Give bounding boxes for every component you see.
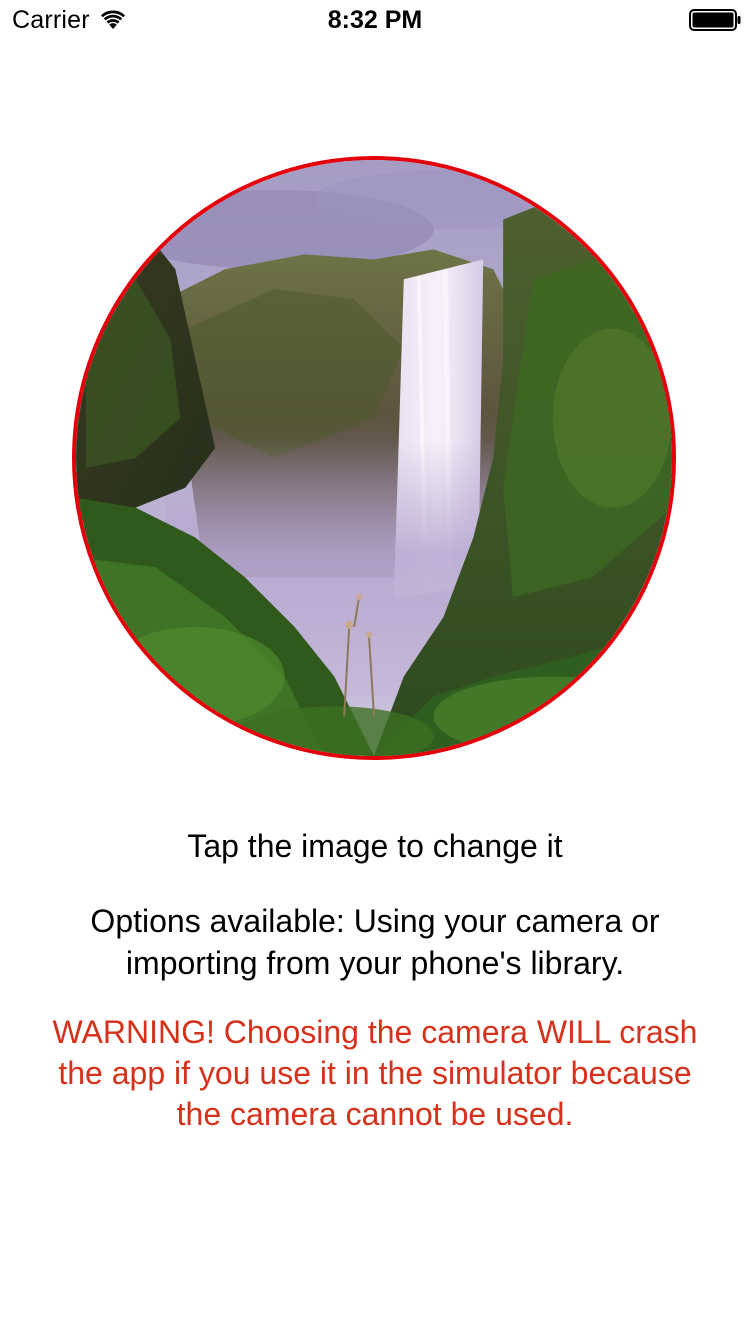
warning-line: the camera cannot be used. xyxy=(176,1096,574,1132)
warning-text: WARNING! Choosing the camera WILL crash … xyxy=(20,1012,730,1135)
profile-image-button[interactable] xyxy=(72,156,676,760)
status-bar: Carrier 8:32 PM xyxy=(0,0,750,40)
warning-line: the app if you use it in the simulator b… xyxy=(58,1055,692,1091)
clock-time: 8:32 PM xyxy=(327,6,423,34)
options-line: Options available: Using your camera or xyxy=(90,903,660,939)
warning-line: WARNING! Choosing the camera WILL crash xyxy=(52,1014,698,1050)
options-line: importing from your phone's library. xyxy=(125,945,625,981)
options-text: Options available: Using your camera or … xyxy=(20,900,730,984)
tap-hint-text: Tap the image to change it xyxy=(187,828,563,864)
waterfall-image xyxy=(76,160,672,756)
battery-full-icon xyxy=(689,9,741,31)
